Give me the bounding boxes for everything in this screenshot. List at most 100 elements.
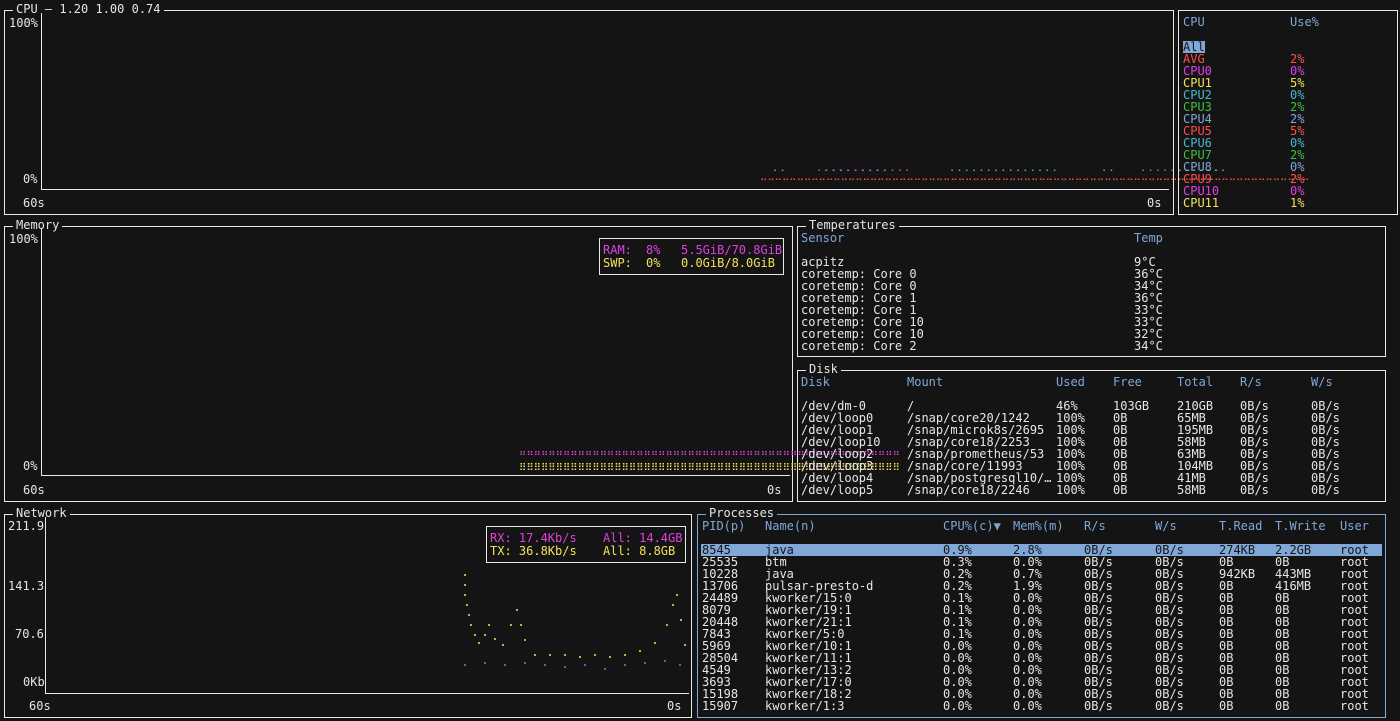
temperatures-header-sensor[interactable]: Sensor [801,232,844,244]
disk-used: 100% [1056,483,1085,497]
ram-usage: 5.5GiB/70.8GiB [681,243,783,257]
process-pid-header[interactable]: PID(p) [702,520,745,532]
rx-point [564,666,566,668]
rx-point [584,664,586,666]
disk-row[interactable]: /dev/loop10/snap/core18/2253 100% 0B 58MB 0B… [798,436,1378,448]
cpu-series-dots-2: ⡀⡀⡀⡀⡀⡀⡀⡀⡀⡀⡀⡀⡀ [817,161,913,172]
memory-y-min: 0% [23,459,38,473]
process-write-rate-header[interactable]: W/s [1155,520,1177,532]
disk-row[interactable]: /dev/loop5/snap/core18/2246 100% 0B 58MB 0B/… [798,484,1378,496]
tx-point [672,604,674,606]
temperature-value: 34°C [1134,339,1163,353]
disk-row[interactable]: /dev/loop0/snap/core20/1242 100% 0B 65MB 0B/… [798,412,1378,424]
cpu-x-left: 60s [23,196,45,210]
tx-point [484,634,486,636]
tx-point [639,650,641,652]
cpu-y-max: 100% [9,16,38,30]
disk-header-rs[interactable]: R/s [1240,376,1262,388]
disk-total: 58MB [1177,483,1206,497]
temperature-sensor: coretemp: Core 2 [801,339,917,353]
network-x-right: 0s [667,699,682,713]
tx-point [534,654,536,656]
cpu-legend-header-cpu: CPU [1183,15,1205,29]
network-chart-panel: Network 211.9 141.3 70.6 0Kb 60s 0s RX: … [4,507,692,718]
cpu-legend-panel: CPU Use% All AVG 2% CPU0 0% CPU1 5% CPU2 0% CPU3… [1178,10,1398,215]
disk-row[interactable]: /dev/dm-0/46% 103GB 210GB 0B/s 0B/s [798,400,1378,412]
ram-label: RAM: [603,243,632,257]
tx-total: All: 8.8GB [603,544,676,558]
cpu-legend-header-use: Use% [1290,15,1319,29]
cpu-chart-panel: CPU — 1.20 1.00 0.74 100% 0% 60s 0s ⡀⡀ ⡀… [4,3,1309,215]
cpu-x-right: 0s [1147,196,1162,210]
process-name: kworker/1:3 [765,699,845,713]
process-cpu: 0.0% [943,699,972,713]
rx-point [644,662,646,664]
disk-header-total[interactable]: Total [1177,376,1213,388]
disk-write-rate: 0B/s [1311,483,1340,497]
disk-header-ws[interactable]: W/s [1311,376,1333,388]
rx-point [624,664,626,666]
process-mem-header[interactable]: Mem%(m) [1013,520,1064,532]
cpu-legend-name: CPU11 [1183,196,1220,210]
tx-point [510,624,512,626]
tx-point [470,624,472,626]
tx-point [676,594,678,596]
tx-point [468,614,470,616]
disk-header-used[interactable]: Used [1056,376,1085,388]
network-legend: RX: 17.4Kb/s All: 14.4GB TX: 36.8Kb/s Al… [486,526,686,563]
rx-point [504,664,506,666]
swp-usage: 0.0GiB/8.0GiB [681,256,775,270]
disk-row[interactable]: /dev/loop3/snap/core/11993 100% 0B 104MB 0B/… [798,460,1378,472]
network-y-tick-2: 70.6 [15,627,44,641]
tx-point [494,638,496,640]
disk-name: /dev/loop5 [801,483,874,497]
tx-point [520,624,522,626]
tx-point [654,642,656,644]
rx-point [524,662,526,664]
memory-legend: RAM: 8% 5.5GiB/70.8GiB SWP: 0% 0.0GiB/8.… [599,238,784,275]
rx-rate: RX: 17.4Kb/s [490,531,577,545]
disk-header-free[interactable]: Free [1113,376,1142,388]
process-cpu-header[interactable]: CPU%(c)▼ [943,520,1001,532]
tx-point [464,594,466,596]
disk-row[interactable]: /dev/loop1/snap/microk8s/2695 100% 0B 195MB… [798,424,1378,436]
tx-point [624,654,626,656]
memory-x-right: 0s [767,483,782,497]
disk-header-disk[interactable]: Disk [801,376,830,388]
process-row[interactable]: 15907 kworker/1:3 0.0% 0.0% 0B/s 0B/s 0B 0B root [701,700,1382,712]
disk-panel-title: Disk [806,363,841,375]
network-traffic-sparkline [464,574,686,670]
temperatures-header-temp[interactable]: Temp [1134,232,1163,244]
process-user-header[interactable]: User [1340,520,1369,532]
rx-point [464,664,466,666]
process-total-write: 0B [1275,699,1290,713]
network-y-tick-1: 141.3 [8,579,45,593]
cpu-legend-row[interactable]: CPU11 1% [1179,197,1389,209]
tx-point [594,654,596,656]
disk-panel: Disk Disk Mount Used Free Total R/s W/s /dev/d… [797,363,1386,502]
process-read-rate-header[interactable]: R/s [1084,520,1106,532]
process-total-read-header[interactable]: T.Read [1219,520,1262,532]
tx-point [502,644,504,646]
disk-header-mount[interactable]: Mount [907,376,943,388]
disk-row[interactable]: /dev/loop4/snap/postgresql10/… 100% 0B 41MB… [798,472,1378,484]
tx-point [564,654,566,656]
tx-point [666,624,668,626]
temperatures-panel: Temperatures Sensor Temp acpitz 9°C corete… [797,219,1386,357]
tx-point [609,656,611,658]
rx-point [604,668,606,670]
swp-pct: 0% [646,256,661,270]
tx-point [466,604,468,606]
disk-row[interactable]: /dev/loop2/snap/prometheus/53 100% 0B 63MB 0… [798,448,1378,460]
processes-panel-title: Processes [706,507,778,519]
network-x-left: 60s [29,699,51,713]
tx-point [549,654,551,656]
tx-point [474,634,476,636]
memory-y-max: 100% [9,232,38,246]
process-name-header[interactable]: Name(n) [765,520,816,532]
disk-read-rate: 0B/s [1240,483,1269,497]
memory-chart-panel: Memory 100% 0% 60s 0s ⠶⠶⠶⠶⠶⠶⠶⠶⠶⠶⠶⠶⠶⠶⠶⠶⠶⠶… [4,219,900,502]
process-total-write-header[interactable]: T.Write [1275,520,1326,532]
tx-point [516,609,518,611]
process-user: root [1340,699,1369,713]
